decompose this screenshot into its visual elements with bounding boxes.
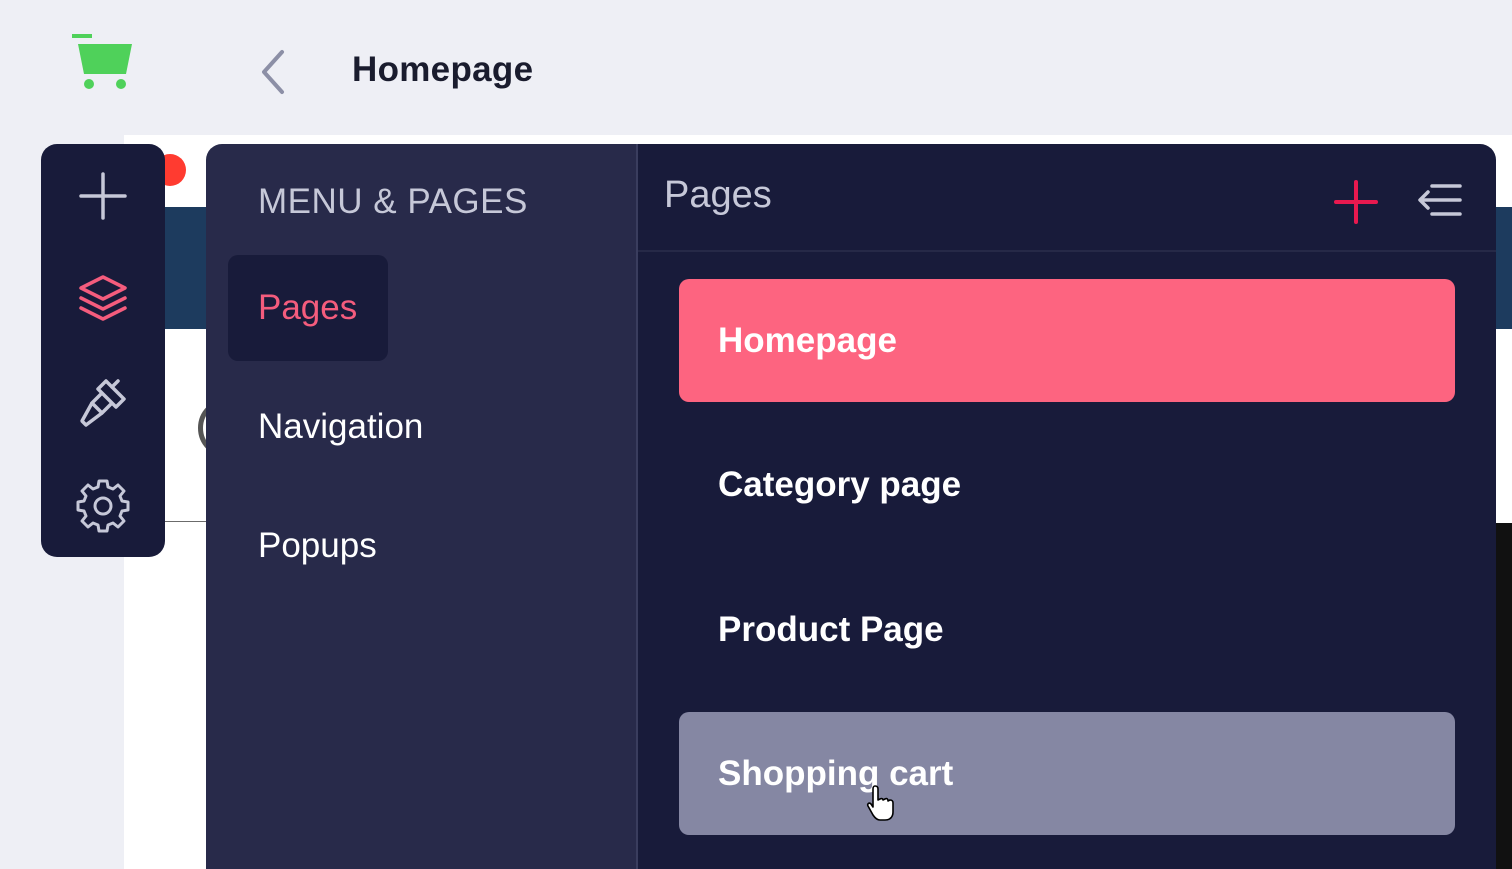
add-page-button[interactable] (1332, 178, 1380, 226)
page-item-shopping-cart[interactable]: Shopping cart (679, 712, 1455, 835)
layers-icon[interactable] (73, 268, 133, 328)
shopping-cart-icon[interactable] (70, 32, 134, 92)
menu-item-pages[interactable]: Pages (228, 255, 388, 361)
canvas-dark-block (1496, 523, 1512, 869)
pages-list-panel: Pages Homepage Category page Product Pag… (638, 144, 1496, 869)
top-bar: Homepage (0, 0, 1512, 135)
menu-item-popups[interactable]: Popups (228, 493, 377, 599)
menu-item-navigation[interactable]: Navigation (228, 374, 423, 480)
menu-heading: MENU & PAGES (258, 182, 528, 221)
plus-icon[interactable] (73, 166, 133, 226)
page-item-homepage[interactable]: Homepage (679, 279, 1455, 402)
brush-icon[interactable] (73, 372, 133, 432)
gear-icon[interactable] (73, 476, 133, 536)
menu-pages-panel: MENU & PAGES Pages Navigation Popups (206, 144, 638, 869)
pages-header: Pages (638, 144, 1496, 252)
pages-title: Pages (664, 174, 772, 216)
page-item-product[interactable]: Product Page (679, 568, 1455, 691)
chevron-left-icon[interactable] (252, 48, 296, 96)
left-toolbar (41, 144, 165, 557)
page-item-category[interactable]: Category page (679, 423, 1455, 546)
collapse-menu-icon (1418, 184, 1462, 216)
plus-icon (1334, 180, 1378, 224)
collapse-panel-button[interactable] (1414, 180, 1464, 220)
page-title: Homepage (352, 50, 534, 89)
